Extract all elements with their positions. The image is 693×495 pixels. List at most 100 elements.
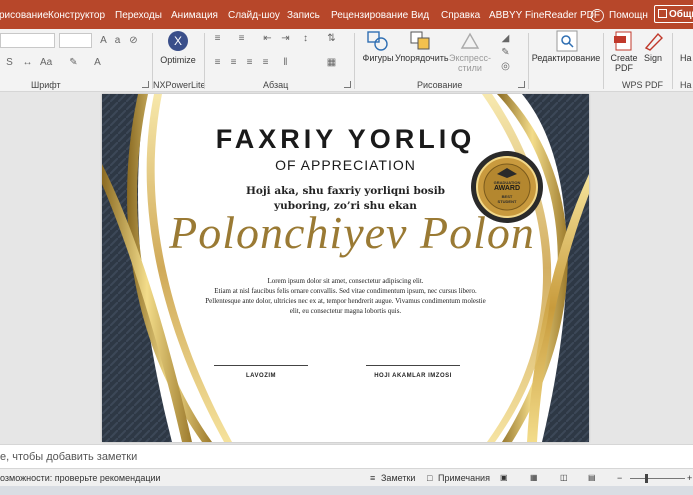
sorter-view-icon[interactable]: ▦ (530, 473, 538, 482)
smartart-icon[interactable]: ▦ (326, 57, 337, 68)
menu-view[interactable]: Вид (411, 10, 429, 21)
drawing-dialog-launcher[interactable] (518, 81, 525, 88)
text-direction-icon[interactable]: ⇅ (326, 33, 337, 44)
zoom-slider-track[interactable] (630, 478, 685, 479)
justify-icon[interactable]: ≡ (260, 57, 271, 68)
font-name-field[interactable] (0, 33, 55, 48)
notes-placeholder: е, чтобы добавить заметки (0, 451, 138, 463)
optimize-icon: X (168, 31, 188, 51)
accessibility-status[interactable]: озможности: проверьте рекомендации (0, 473, 161, 483)
sign-button[interactable]: Sign (640, 53, 666, 63)
taskbar (0, 486, 693, 495)
align-center-icon[interactable]: ≡ (228, 57, 239, 68)
group-wps-label: WPS PDF (622, 80, 664, 90)
font-dialog-launcher[interactable] (142, 81, 149, 88)
svg-text:X: X (174, 34, 182, 48)
shapes-icon (367, 31, 388, 51)
line-spacing-icon[interactable]: ↕ (300, 33, 311, 44)
group-drawing-label: Рисование (417, 80, 463, 90)
lorem-line[interactable]: elit, eu consectetur magna lobortis quis… (102, 307, 589, 315)
zoom-in-icon[interactable]: + (687, 473, 692, 483)
ribbon: A a ⊘ S ↔ Aa ✎ A Шрифт X Optimize NXPowe… (0, 29, 693, 92)
certificate-title[interactable]: FAXRIY YORLIQ (102, 124, 589, 155)
arrange-icon (410, 31, 430, 50)
fill-icon[interactable]: ◢ (500, 33, 511, 44)
shapes-button[interactable]: Фигуры (358, 53, 398, 63)
dedication-line-1[interactable]: Hoji aka, shu faxriy yorliqni bosib (102, 185, 589, 197)
zoom-out-icon[interactable]: − (617, 473, 622, 483)
sign-icon (644, 32, 663, 51)
case-icon[interactable]: Aa (40, 57, 52, 68)
menu-assistant[interactable]: Помощн (609, 10, 648, 21)
recipient-name[interactable]: Polonchiyev Polon (132, 206, 572, 259)
font-size-field[interactable] (59, 33, 92, 48)
menu-record[interactable]: Запись (287, 10, 320, 21)
notes-toggle-button[interactable]: Заметки (381, 473, 415, 483)
share-label: Общи (669, 9, 693, 20)
next-group-label: На (680, 80, 692, 90)
outline-icon[interactable]: ✎ (500, 47, 511, 58)
shrink-font-icon[interactable]: a (112, 35, 123, 46)
lorem-line[interactable]: Etiam at nisl faucibus felis ornare conv… (102, 287, 589, 295)
menu-review[interactable]: Рецензирование (331, 10, 408, 21)
lightbulb-icon[interactable]: ◯ (590, 7, 605, 23)
highlight-icon[interactable]: ✎ (68, 57, 79, 68)
signature-label-left[interactable]: LAVOZIM (214, 373, 308, 379)
group-paragraph-label: Абзац (263, 80, 289, 90)
comments-button[interactable]: Примечания (438, 473, 490, 483)
menu-design[interactable]: Конструктор (48, 10, 105, 21)
paragraph-dialog-launcher[interactable] (344, 81, 351, 88)
numbering-icon[interactable]: ≡ (236, 33, 247, 44)
effects-icon[interactable]: ◎ (500, 61, 511, 72)
signature-label-right[interactable]: HOJI AKAMLAR IMZOSI (358, 373, 468, 379)
reading-view-icon[interactable]: ◫ (560, 473, 568, 482)
share-icon (658, 9, 667, 18)
align-left-icon[interactable]: ≡ (212, 57, 223, 68)
signature-line-right (366, 365, 460, 366)
menu-draw[interactable]: рисование (0, 10, 48, 21)
zoom-slider-thumb[interactable] (645, 474, 648, 483)
menu-animations[interactable]: Анимация (171, 10, 218, 21)
signature-line-left (214, 365, 308, 366)
strike-icon[interactable]: S (4, 57, 15, 68)
bullets-icon[interactable]: ≡ (212, 33, 223, 44)
slideshow-view-icon[interactable]: ▤ (588, 473, 596, 482)
share-button[interactable]: Общи (654, 5, 693, 23)
slide-canvas[interactable]: GRADUATION AWARD BEST STUDENT FAXRIY YOR… (102, 94, 589, 442)
optimize-button[interactable]: Optimize (160, 55, 196, 65)
columns-icon[interactable]: ‖ (280, 57, 291, 68)
grow-font-icon[interactable]: A (98, 35, 109, 46)
menu-abbyy[interactable]: ABBYY FineReader PDF (489, 10, 600, 21)
lorem-line[interactable]: Lorem ipsum dolor sit amet, consectetur … (102, 277, 589, 285)
arrange-button[interactable]: Упорядочить (395, 53, 449, 63)
separator (204, 33, 205, 89)
lorem-line[interactable]: Pellentesque ante dolor, ultricies nec e… (102, 297, 589, 305)
indent-more-icon[interactable]: ⇥ (280, 33, 291, 44)
menu-help[interactable]: Справка (441, 10, 480, 21)
align-right-icon[interactable]: ≡ (244, 57, 255, 68)
certificate-subtitle[interactable]: OF APPRECIATION (102, 157, 589, 173)
spacing-icon[interactable]: ↔ (22, 57, 33, 68)
comments-icon: □ (427, 473, 433, 483)
create-pdf-icon (614, 31, 632, 51)
menu-bar: рисование Конструктор Переходы Анимация … (0, 0, 693, 29)
quick-styles-button[interactable]: Экспресс-стили (448, 53, 492, 73)
slide-workspace: GRADUATION AWARD BEST STUDENT FAXRIY YOR… (0, 93, 693, 444)
menu-slideshow[interactable]: Слайд-шоу (228, 10, 280, 21)
normal-view-icon[interactable]: ▣ (500, 473, 508, 482)
status-bar: озможности: проверьте рекомендации ≡ Зам… (0, 468, 693, 486)
next-group-button[interactable]: На (680, 53, 692, 63)
find-icon (556, 30, 578, 52)
separator (603, 33, 604, 89)
menu-transitions[interactable]: Переходы (115, 10, 162, 21)
indent-less-icon[interactable]: ⇤ (262, 33, 273, 44)
font-color-icon[interactable]: A (92, 57, 103, 68)
group-nxpower-label: NXPowerLite (153, 80, 206, 90)
quick-styles-icon (460, 32, 480, 49)
separator (354, 33, 355, 89)
clear-format-icon[interactable]: ⊘ (128, 35, 139, 46)
separator (672, 33, 673, 89)
notes-pane[interactable]: е, чтобы добавить заметки (0, 444, 693, 468)
create-pdf-button[interactable]: Create PDF (608, 53, 640, 73)
editing-button[interactable]: Редактирование (530, 53, 602, 63)
